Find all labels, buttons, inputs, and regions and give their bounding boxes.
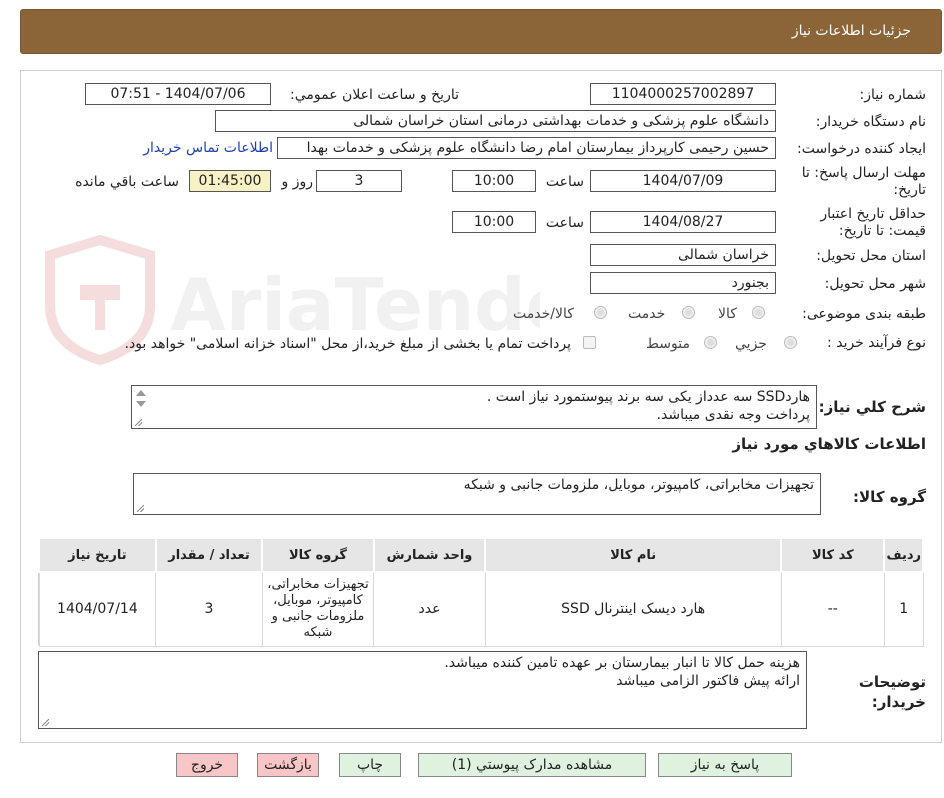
province-field: خراسان شمالی <box>590 244 776 266</box>
cell-name: هارد دیسک اینترنال SSD <box>484 571 782 647</box>
buyer-notes-textarea[interactable]: هزینه حمل کالا تا انبار بیمارستان بر عهد… <box>38 651 807 729</box>
description-label: شرح کلي نياز: <box>818 398 926 416</box>
col-group: گروه کالا <box>261 537 375 573</box>
cell-code: -- <box>780 571 885 647</box>
cell-unit: عدد <box>373 571 486 647</box>
requester-field: حسین رحیمی کارپرداز بیمارستان امام رضا د… <box>277 137 776 159</box>
category-label: طبقه بندی موضوعی: <box>802 306 926 322</box>
deadline-label: مهلت ارسال پاسخ: تا تاریخ: <box>801 165 926 198</box>
city-label: شهر محل تحويل: <box>824 276 926 292</box>
deadline-time-label: ساعت <box>545 174 584 190</box>
process-minor-label: جزيي <box>735 336 767 352</box>
page-header: جزئیات اطلاعات نیاز <box>20 9 942 54</box>
process-minor-radio[interactable] <box>784 336 797 349</box>
scroll-up-icon[interactable] <box>136 390 146 396</box>
col-name: نام کالا <box>484 537 783 573</box>
back-button[interactable]: بازگشت <box>257 753 319 777</box>
price-validity-date-field: 1404/08/27 <box>590 211 776 233</box>
announce-datetime-field: 1404/07/06 - 07:51 <box>85 83 271 105</box>
buyer-contact-link[interactable]: اطلاعات تماس خريدار <box>143 140 273 156</box>
price-validity-label: حداقل تاريخ اعتبار قيمت: تا تاريخ: <box>820 206 926 239</box>
col-qty: تعداد / مقدار <box>154 537 264 573</box>
category-service-label: خدمت <box>628 306 666 322</box>
deadline-days-label: روز و <box>281 174 314 190</box>
category-goods-radio[interactable] <box>752 306 765 319</box>
buyer-org-field: دانشگاه علوم پزشکی و خدمات بهداشتی درمان… <box>215 110 776 132</box>
resize-grip-icon[interactable] <box>137 505 144 512</box>
deadline-time-field: 10:00 <box>452 170 536 192</box>
price-validity-time-field: 10:00 <box>452 211 536 233</box>
deadline-days-field: 3 <box>316 170 402 192</box>
need-number-label: شماره نیاز: <box>859 87 927 103</box>
need-number-field: 1104000257002897 <box>590 83 776 105</box>
category-service-radio[interactable] <box>682 306 695 319</box>
description-line-1: هاردSSD سه عدداز یکی سه برند پیوستمورد ن… <box>486 389 810 405</box>
cell-date: 1404/07/14 <box>38 571 157 647</box>
purchase-process-label: نوع فرآيند خريد : <box>827 335 926 351</box>
scroll-down-icon[interactable] <box>136 401 146 407</box>
treasury-payment-note: پرداخت تمام یا بخشی از مبلغ خرید،از محل … <box>124 336 571 352</box>
buyer-notes-line-2: ارائه پیش فاکتور الزامی میباشد <box>616 673 800 689</box>
cell-row: 1 <box>883 571 924 647</box>
buyer-org-label: نام دستگاه خريدار: <box>815 114 926 130</box>
goods-section-title: اطلاعات کالاهاي مورد نياز <box>732 435 926 453</box>
announce-datetime-label: تاریخ و ساعت اعلان عمومي: <box>290 87 459 103</box>
cell-qty: 3 <box>155 571 263 647</box>
attachments-button[interactable]: مشاهده مدارک پيوستي (1) <box>418 753 646 777</box>
remaining-time-label: ساعت باقي مانده <box>75 174 179 190</box>
province-label: استان محل تحويل: <box>816 248 926 264</box>
resize-grip-icon[interactable] <box>135 419 142 426</box>
city-field: بجنورد <box>590 272 776 294</box>
watermark-text: AriaTender.neT <box>170 263 540 347</box>
description-line-2: پرداخت وجه نقدی میباشد. <box>656 407 810 423</box>
col-unit: واحد شمارش <box>372 537 487 573</box>
requester-label: ايجاد کننده درخواست: <box>797 141 926 157</box>
items-table: رديف کد کالا نام کالا واحد شمارش گروه کا… <box>38 537 924 647</box>
col-row: رديف <box>883 537 924 573</box>
category-goods-label: کالا <box>718 306 737 322</box>
col-code: کد کالا <box>780 537 886 573</box>
deadline-date-field: 1404/07/09 <box>590 170 776 192</box>
col-date: تاريخ نياز <box>38 537 157 573</box>
description-textarea[interactable]: هاردSSD سه عدداز یکی سه برند پیوستمورد ن… <box>131 385 817 429</box>
cell-group: تجهیزات مخابراتی، کامپیوتر، موبایل، ملزو… <box>261 571 375 647</box>
remaining-time-field: 01:45:00 <box>189 170 271 192</box>
treasury-payment-checkbox[interactable] <box>583 336 596 349</box>
goods-group-value: تجهیزات مخابراتی، کامپیوتر، موبایل، ملزو… <box>463 477 814 493</box>
buyer-notes-label: توضيحات خريدار: <box>858 673 926 711</box>
goods-group-label: گروه کالا: <box>853 488 926 506</box>
exit-button[interactable]: خروج <box>176 753 238 777</box>
buyer-notes-line-1: هزینه حمل کالا تا انبار بیمارستان بر عهد… <box>444 655 800 671</box>
category-goods-service-radio[interactable] <box>594 306 607 319</box>
page-title: جزئیات اطلاعات نیاز <box>791 23 911 39</box>
table-row: 1 -- هارد دیسک اینترنال SSD عدد تجهیزات … <box>38 571 924 647</box>
process-medium-radio[interactable] <box>704 336 717 349</box>
goods-group-textarea[interactable]: تجهیزات مخابراتی، کامپیوتر، موبایل، ملزو… <box>133 473 821 515</box>
price-validity-time-label: ساعت <box>545 215 584 231</box>
print-button[interactable]: چاپ <box>339 753 401 777</box>
table-header-row: رديف کد کالا نام کالا واحد شمارش گروه کا… <box>38 537 924 573</box>
category-goods-service-label: کالا/خدمت <box>513 306 574 322</box>
process-medium-label: متوسط <box>646 336 690 352</box>
reply-button[interactable]: پاسخ به نياز <box>658 753 792 777</box>
description-scrollbar[interactable] <box>133 387 149 417</box>
resize-grip-icon[interactable] <box>42 719 49 726</box>
